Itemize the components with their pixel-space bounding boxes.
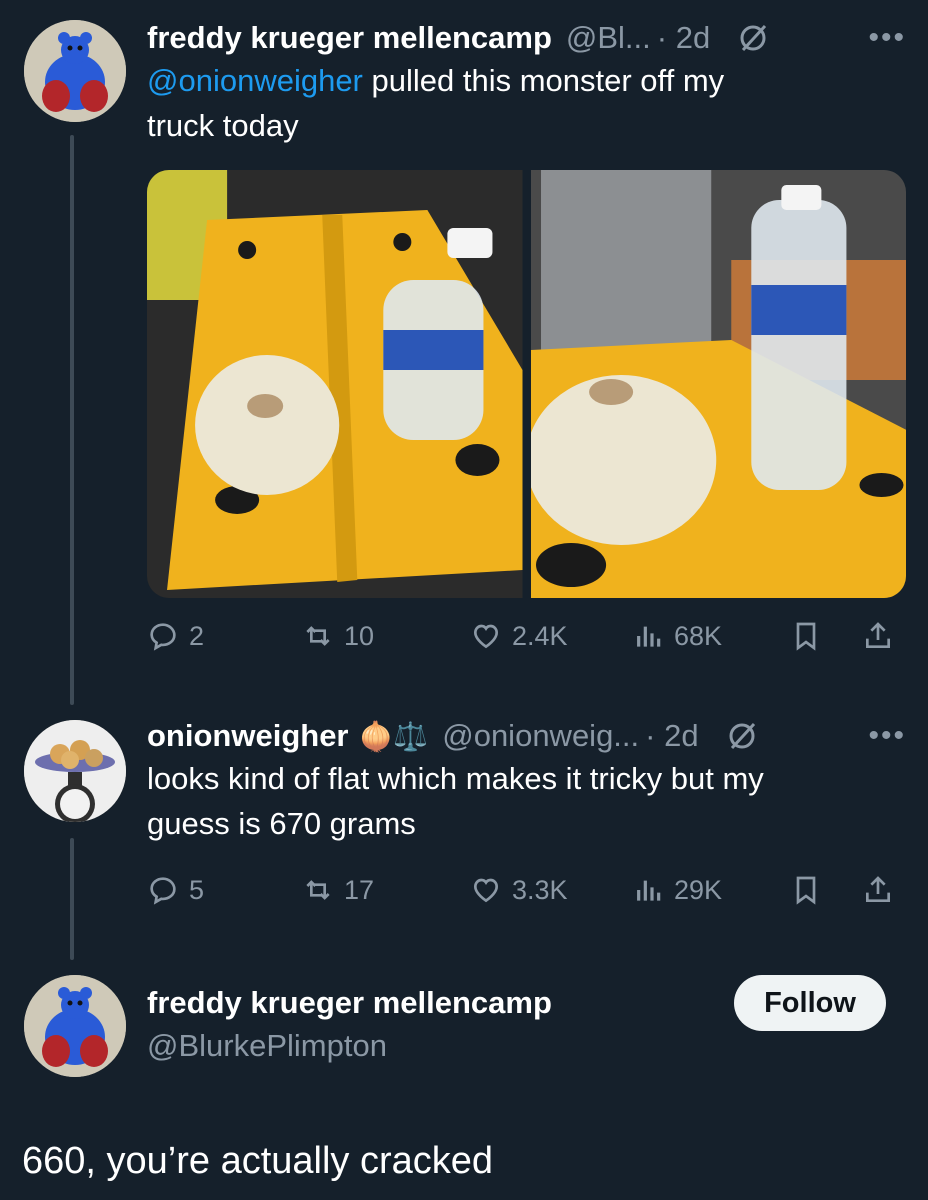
thread-line [70,838,74,960]
repost-button[interactable]: 17 [302,874,374,906]
avatar-freddy[interactable] [24,975,126,1077]
share-icon [866,622,890,648]
like-count: 3.3K [512,874,568,905]
handle[interactable]: @Bl... [566,20,651,56]
reply-count: 2 [189,620,205,651]
tweet-text-line: looks kind of flat which makes it tricky… [147,761,764,796]
timestamp[interactable]: · 2d [657,20,710,56]
follow-button[interactable]: Follow [734,975,886,1031]
more-icon[interactable]: ••• [868,21,906,55]
like-count: 2.4K [512,620,568,651]
circle-slash-icon[interactable] [738,23,768,53]
reply-icon [150,623,176,651]
tweet-2[interactable]: onionweigher 🧅⚖️ @onionweig... · 2d ••• … [147,716,906,846]
tweet-actions: 5 17 3.3K 29K [147,870,907,910]
tweet-actions: 2 10 2.4K 68K [147,616,907,656]
views-button[interactable]: 29K [632,874,722,906]
circle-slash-icon[interactable] [727,721,757,751]
avatar-freddy[interactable] [24,20,126,122]
tweet-header: onionweigher 🧅⚖️ @onionweig... · 2d ••• [147,716,906,756]
tweet-text-line: pulled this monster off my [362,63,725,98]
repost-icon [306,626,330,646]
repost-count: 10 [344,620,375,651]
tweet-text-line: truck today [147,108,299,143]
bookmark-icon [796,622,816,651]
share-button[interactable] [862,620,894,652]
tweet-1[interactable]: freddy krueger mellencamp @Bl... · 2d ••… [147,18,906,148]
reply-button[interactable]: 5 [147,874,204,906]
thread-line [70,135,74,705]
onion-scale-emoji: 🧅⚖️ [358,720,429,752]
timestamp[interactable]: · 2d [645,718,698,754]
tweet-text: @onionweigher pulled this monster off my… [147,58,906,148]
share-icon [866,876,890,902]
display-name[interactable]: freddy krueger mellencamp [147,20,552,56]
more-icon[interactable]: ••• [868,719,906,753]
tweet-header: freddy krueger mellencamp @Bl... · 2d ••… [147,18,906,58]
display-name[interactable]: onionweigher [147,718,349,754]
bookmark-icon [796,876,816,905]
mention-link[interactable]: @onionweigher [147,63,363,98]
avatar-image [24,20,126,122]
bookmark-button[interactable] [790,620,822,652]
avatar-image [24,975,126,1077]
views-count: 29K [674,874,723,905]
views-icon [637,626,661,647]
repost-icon [306,880,330,900]
like-button[interactable]: 2.4K [470,620,568,652]
reply-count: 5 [189,874,205,905]
views-icon [637,880,661,901]
focused-tweet-text: 660, you’re actually cracked [22,1140,494,1182]
reply-icon [150,877,176,905]
avatar-image [24,720,126,822]
heart-icon [473,878,499,903]
repost-button[interactable]: 10 [302,620,374,652]
bookmark-button[interactable] [790,874,822,906]
tweet-text: looks kind of flat which makes it tricky… [147,756,906,846]
handle[interactable]: @onionweig... [442,718,639,754]
photo-left[interactable] [147,170,523,598]
repost-count: 17 [344,874,375,905]
views-button[interactable]: 68K [632,620,722,652]
heart-icon [473,624,499,649]
views-count: 68K [674,620,723,651]
media-grid[interactable] [147,170,906,598]
avatar-onionweigher[interactable] [24,720,126,822]
like-button[interactable]: 3.3K [470,874,568,906]
tweet-text-line: guess is 670 grams [147,806,416,841]
photo-right[interactable] [530,170,906,598]
share-button[interactable] [862,874,894,906]
reply-button[interactable]: 2 [147,620,204,652]
